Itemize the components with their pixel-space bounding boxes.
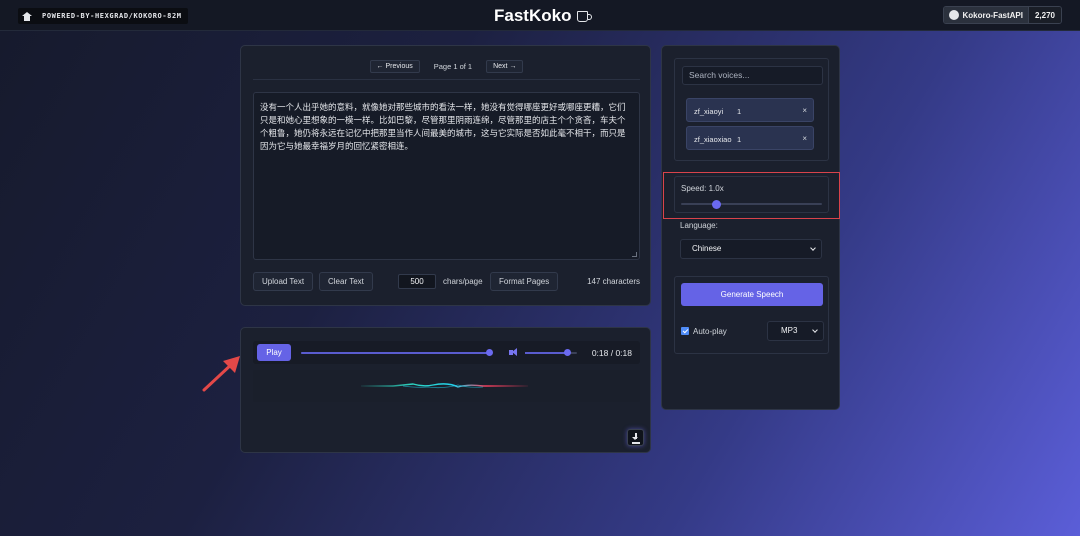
voice-name: zf_xiaoyi [694,107,724,116]
text-input-panel: ← Previous Page 1 of 1 Next → 没有一个人出乎她的意… [240,45,651,306]
clear-text-button[interactable]: Clear Text [319,272,373,291]
language-select[interactable]: Chinese [680,239,822,259]
waveform-display [253,370,640,402]
github-icon [948,10,959,20]
github-star-count: 2,270 [1027,7,1061,23]
format-pages-button[interactable]: Format Pages [490,272,559,291]
upload-text-button[interactable]: Upload Text [253,272,314,291]
resize-handle-icon[interactable] [632,252,637,257]
audio-controls: Play 0:18 / 0:18 [253,341,640,364]
github-button[interactable]: Kokoro-FastAPI 2,270 [942,6,1062,24]
generate-section: Generate Speech Auto-play MP3 [674,276,829,354]
pagination-bar: ← Previous Page 1 of 1 Next → [253,60,640,80]
volume-handle[interactable] [563,349,571,356]
previous-page-button[interactable]: ← Previous [369,60,420,73]
page-indicator: Page 1 of 1 [433,62,473,71]
seek-slider[interactable] [301,349,493,356]
format-select[interactable]: MP3 [767,321,824,341]
seek-progress [301,352,489,354]
next-page-button[interactable]: Next → [486,60,524,73]
speed-highlight-box [663,172,840,219]
waveform-graphic [361,383,528,389]
app-title-text: FastKoko [494,6,572,25]
chevron-down-icon [812,327,818,333]
voice-chip[interactable]: zf_xiaoxiao 1 × [686,126,814,150]
home-icon [22,11,32,21]
settings-panel: Search voices... zf_xiaoyi 1 × zf_xiaoxi… [661,45,840,410]
volume-icon[interactable] [509,348,518,357]
app-title: FastKoko [494,6,593,26]
audio-player-panel: Play 0:18 / 0:18 [240,327,651,453]
powered-by-badge[interactable]: POWERED-BY-HEXGRAD/KOKORO-82M [18,8,188,24]
language-label: Language: [680,221,718,230]
auto-play-checkbox[interactable] [681,327,689,335]
powered-by-text: POWERED-BY-HEXGRAD/KOKORO-82M [42,12,182,20]
download-icon [632,442,640,444]
voice-selector: Search voices... zf_xiaoyi 1 × zf_xiaoxi… [674,58,829,161]
remove-voice-icon[interactable]: × [802,134,807,143]
top-bar: POWERED-BY-HEXGRAD/KOKORO-82M FastKoko K… [0,0,1080,31]
chevron-down-icon [810,245,816,251]
remove-voice-icon[interactable]: × [802,106,807,115]
voice-weight[interactable]: 1 [737,107,741,116]
volume-slider[interactable] [525,349,577,356]
auto-play-label: Auto-play [693,327,727,336]
voice-name: zf_xiaoxiao [694,135,732,144]
editor-text: 没有一个人出乎她的意料，就像她对那些城市的看法一样，她没有觉得哪座更好或哪座更糟… [260,102,626,151]
voice-chip[interactable]: zf_xiaoyi 1 × [686,98,814,122]
format-value: MP3 [781,326,798,335]
download-button[interactable] [627,429,644,446]
annotation-arrow-icon [202,356,240,392]
generate-speech-button[interactable]: Generate Speech [681,283,823,306]
chars-per-page-label: chars/page [443,277,483,286]
seek-handle[interactable] [486,349,493,356]
character-count: 147 characters [587,277,640,286]
github-label: Kokoro-FastAPI [962,10,1023,20]
volume-level [525,352,567,354]
search-voices-input[interactable]: Search voices... [682,66,823,85]
language-value: Chinese [692,244,722,253]
mug-icon [577,10,593,22]
playback-time: 0:18 / 0:18 [591,348,632,358]
text-controls: Upload Text Clear Text 500 chars/page Fo… [253,272,640,292]
text-editor[interactable]: 没有一个人出乎她的意料，就像她对那些城市的看法一样，她没有觉得哪座更好或哪座更糟… [253,92,640,260]
play-button[interactable]: Play [257,344,291,361]
voice-weight[interactable]: 1 [737,135,741,144]
chars-per-page-input[interactable]: 500 [398,274,436,289]
